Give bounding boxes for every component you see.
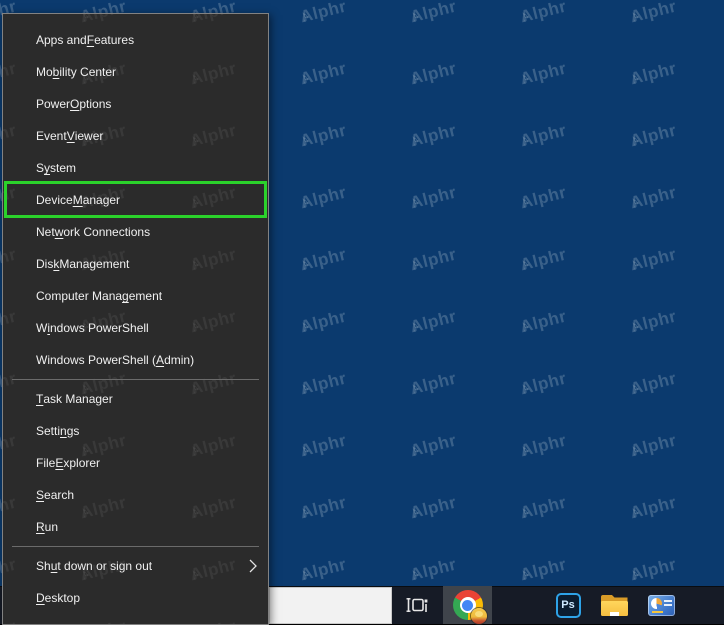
menu-item-label: Apps and xyxy=(36,33,87,47)
menu-item-system[interactable]: Sy stem xyxy=(3,152,268,184)
menu-item-label: ptions xyxy=(79,97,112,111)
taskbar-search-input[interactable] xyxy=(269,587,392,624)
menu-item-label: dmin) xyxy=(164,353,195,367)
menu-item-power-options[interactable]: Power Options xyxy=(3,88,268,120)
menu-item-label: D xyxy=(36,591,45,605)
menu-item-settings[interactable]: Setti n gs xyxy=(3,415,268,447)
menu-item-label: g xyxy=(122,289,129,303)
menu-item-label: F xyxy=(86,33,95,47)
menu-item-shut-down-or-sign-out[interactable]: Sh u t down or sign out xyxy=(3,550,268,582)
menu-item-label: w xyxy=(54,225,64,239)
menu-item-mobility-center[interactable]: Mo b ility Center xyxy=(3,56,268,88)
menu-item-label: W xyxy=(36,321,48,335)
menu-item-label: xplorer xyxy=(63,456,101,470)
menu-item-label: ork Connections xyxy=(63,225,151,239)
task-view-button[interactable] xyxy=(400,586,434,624)
menu-item-apps-and-features[interactable]: Apps and Features xyxy=(3,24,268,56)
menu-item-label: E xyxy=(55,456,64,470)
menu-item-label: stem xyxy=(50,161,77,175)
photoshop-label: Ps xyxy=(561,599,575,611)
menu-item-label: V xyxy=(66,129,75,143)
alphr-watermark: ♪Alphr xyxy=(78,617,128,624)
menu-item-label: Event xyxy=(36,129,67,143)
menu-item-label: ask Manager xyxy=(43,392,113,406)
menu-item-label: M xyxy=(72,193,83,207)
report-app-taskbar-button[interactable] xyxy=(644,586,678,624)
menu-item-task-manager[interactable]: Task Manager xyxy=(3,383,268,415)
file-explorer-taskbar-button[interactable] xyxy=(597,586,631,624)
menu-item-label: File xyxy=(36,456,56,470)
menu-item-event-viewer[interactable]: Event Viewer xyxy=(3,120,268,152)
menu-item-label: Net xyxy=(36,225,55,239)
photoshop-icon: Ps xyxy=(555,592,581,618)
menu-item-label: n xyxy=(60,424,67,438)
menu-item-label: iewer xyxy=(74,129,104,143)
menu-item-label: T xyxy=(36,392,44,406)
menu-item-label: u xyxy=(50,559,58,573)
menu-item-label: b xyxy=(52,65,60,79)
menu-item-label: Sh xyxy=(36,559,51,573)
submenu-chevron-icon xyxy=(249,559,257,576)
alphr-watermark: ♪Alphr xyxy=(188,617,238,624)
pooh-avatar xyxy=(470,608,487,624)
menu-item-disk-management[interactable]: Dis k Management xyxy=(3,248,268,280)
task-view-icon xyxy=(406,598,428,612)
file-explorer-folder-icon xyxy=(600,594,628,616)
menu-item-label: Mo xyxy=(36,65,53,79)
alphr-watermark: ♪Alphr xyxy=(3,617,19,624)
menu-item-run[interactable]: Run xyxy=(3,511,268,543)
menu-item-label: Computer Mana xyxy=(36,289,123,303)
menu-item-windows-powershell-admin[interactable]: Windows PowerShell (Admin) xyxy=(3,344,268,376)
menu-item-label: Device xyxy=(36,193,73,207)
menu-item-label: Setti xyxy=(36,424,61,438)
menu-item-label: Dis xyxy=(36,257,54,271)
menu-item-network-connections[interactable]: Net w ork Connections xyxy=(3,216,268,248)
menu-item-label: Management xyxy=(59,257,130,271)
menu-item-device-manager[interactable]: Device Manager xyxy=(3,181,268,218)
menu-item-label: S xyxy=(36,488,45,502)
menu-item-windows-powershell[interactable]: Wi ndows PowerShell xyxy=(3,312,268,344)
menu-item-search[interactable]: Search xyxy=(3,479,268,511)
menu-item-file-explorer[interactable]: File Explorer xyxy=(3,447,268,479)
menu-item-label: esktop xyxy=(44,591,81,605)
menu-separator xyxy=(12,379,259,380)
menu-item-label: un xyxy=(44,520,59,534)
menu-item-label: O xyxy=(70,97,80,111)
menu-item-label: ility Center xyxy=(59,65,117,79)
menu-item-label: R xyxy=(36,520,45,534)
menu-item-computer-management[interactable]: Computer Mana g ement xyxy=(3,280,268,312)
menu-item-label: anager xyxy=(82,193,121,207)
desktop-screen: ♪ Alphr ♪ Alphr ♪ Alphr ♪ Alphr ♪ Alphr ♪ Alphr ♪ Alp… xyxy=(0,0,724,625)
menu-item-label: t down or sign out xyxy=(57,559,153,573)
menu-item-label: eatures xyxy=(94,33,135,47)
winx-power-user-menu: ♪Alphr♪Alphr♪Alphr♪Alphr♪Alphr♪Alphr♪Alp… xyxy=(2,13,269,625)
menu-item-label: ndows PowerShell xyxy=(50,321,149,335)
photoshop-taskbar-button[interactable]: Ps xyxy=(551,586,585,624)
menu-item-label: S xyxy=(36,161,45,175)
menu-item-label: Power xyxy=(36,97,71,111)
report-icon xyxy=(647,594,675,616)
menu-item-label: earch xyxy=(44,488,75,502)
menu-separator xyxy=(12,546,259,547)
winx-menu-list: Apps and Features Mo b ility Center Power Op… xyxy=(3,14,268,614)
menu-item-label: A xyxy=(156,353,165,367)
menu-item-label: Windows PowerShell ( xyxy=(36,353,157,367)
chrome-taskbar-button[interactable] xyxy=(443,586,492,624)
menu-item-label: ement xyxy=(128,289,163,303)
menu-item-desktop[interactable]: Desktop xyxy=(3,582,268,614)
menu-item-label: gs xyxy=(66,424,80,438)
